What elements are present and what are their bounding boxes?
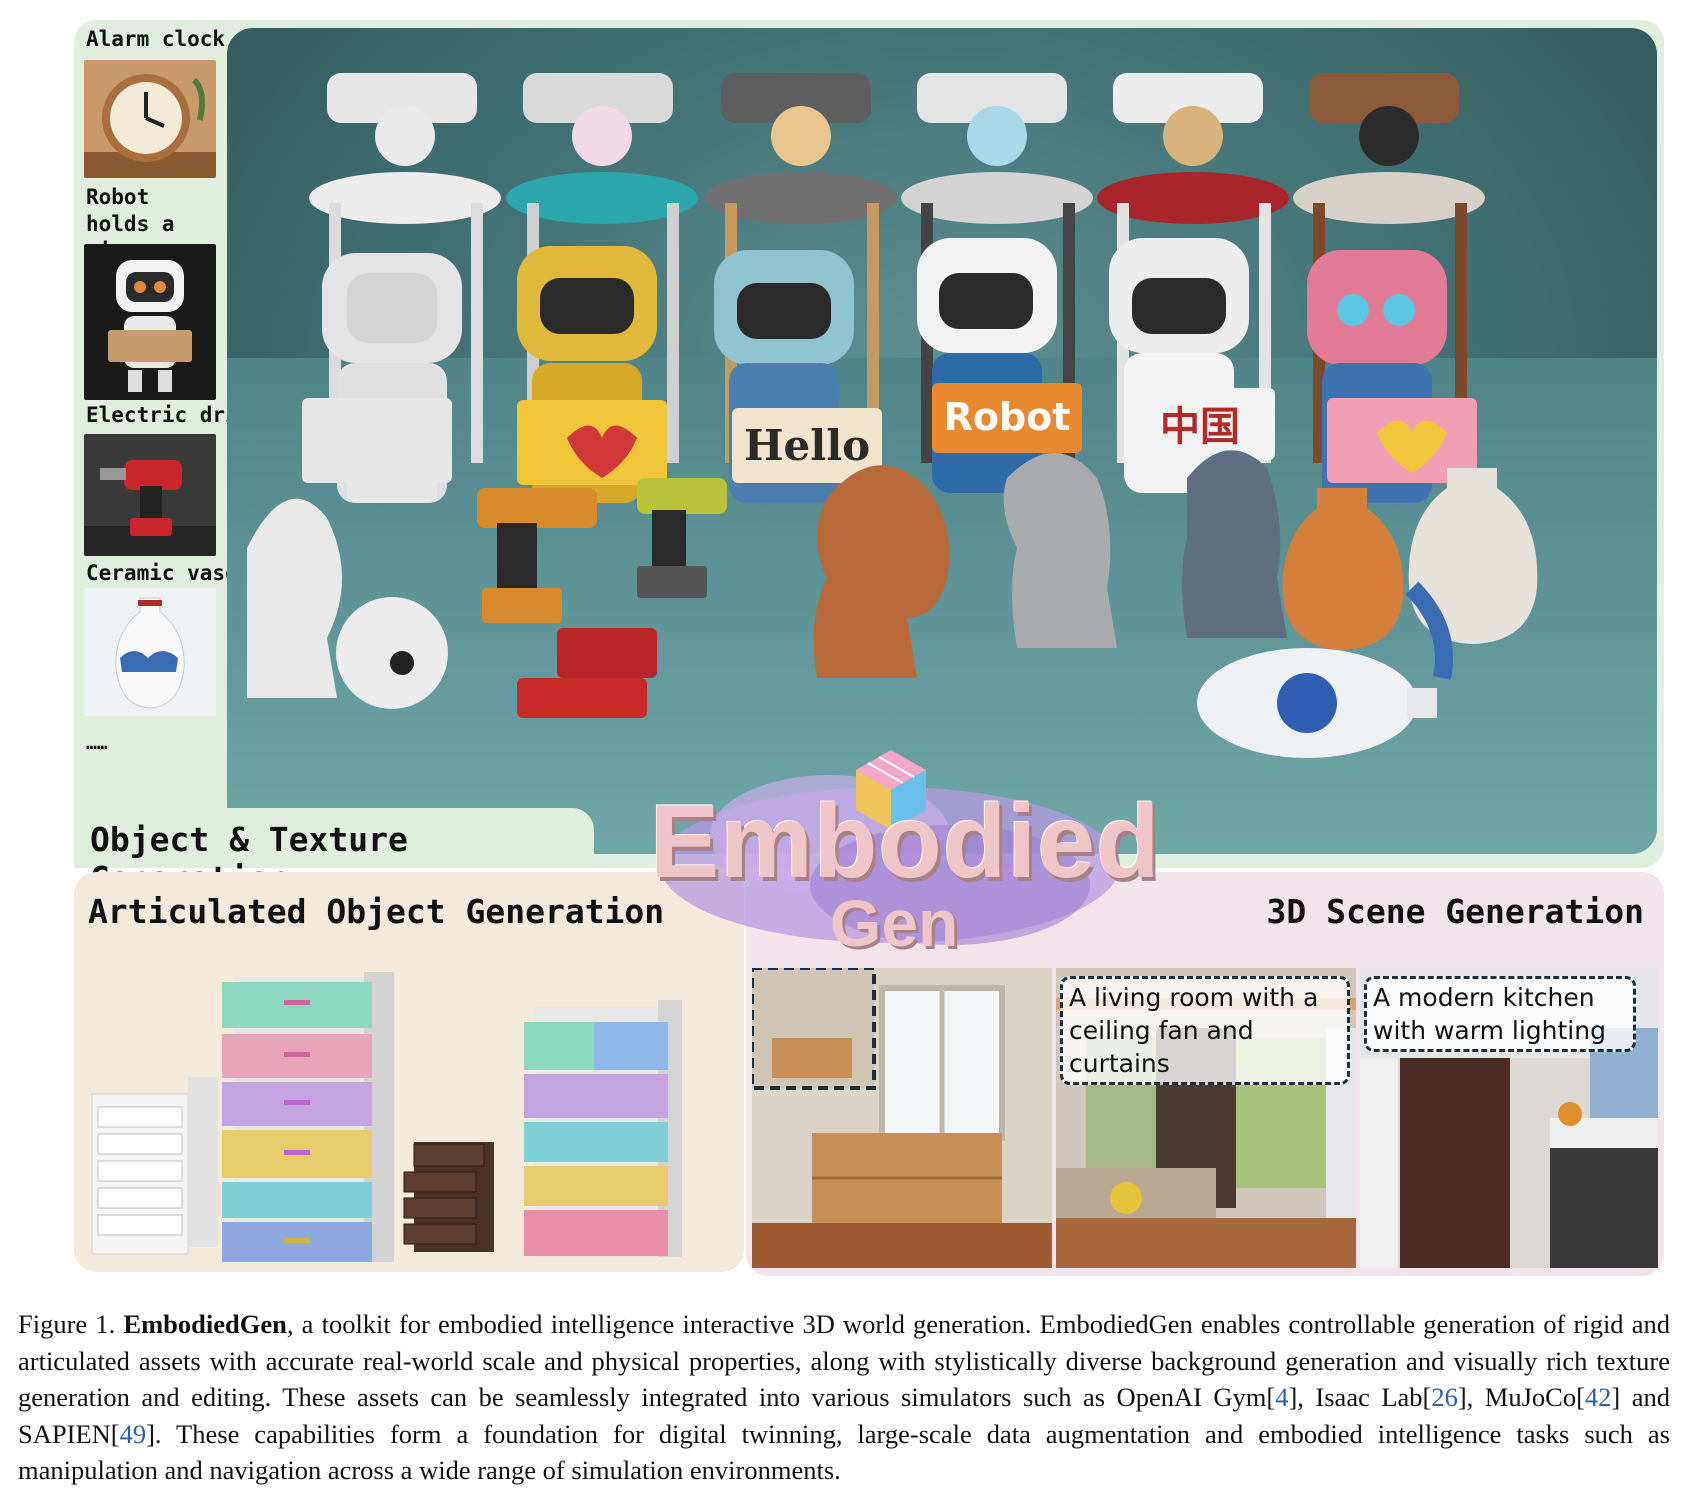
citation-link[interactable]: 42 <box>1585 1382 1612 1412</box>
prompt-label-ceramic-vase: Ceramic vase <box>86 561 238 585</box>
prompt-label-alarm-clock: Alarm clock <box>86 27 226 51</box>
electric-drill-thumbnail <box>84 434 216 556</box>
scene-image-bedroom <box>752 968 1052 1268</box>
caption-label: Figure 1. <box>18 1309 116 1339</box>
citation-link[interactable]: 26 <box>1431 1382 1458 1412</box>
white-drawer-cabinet <box>91 1077 218 1255</box>
caption-text: ], MuJoCo[ <box>1457 1382 1585 1412</box>
logo-subword: Gen <box>830 886 959 960</box>
caption-text: ]. These capabilities form a foundation … <box>18 1418 1670 1486</box>
ceramic-vase-thumbnail <box>84 588 216 716</box>
section-title-scene: 3D Scene Generation <box>1266 892 1645 931</box>
caption-name: EmbodiedGen <box>123 1309 287 1339</box>
caption-text: ], Isaac Lab[ <box>1288 1382 1432 1412</box>
alarm-clock-thumbnail <box>84 60 216 178</box>
dark-wood-dresser <box>403 1142 494 1252</box>
object-texture-title-box: Object & Texture Generation <box>74 808 594 898</box>
colored-drawer-chest <box>222 972 394 1262</box>
generated-assets-render: Hello Robot 中国 <box>227 28 1657 854</box>
scene-image-living-room: A living room with a ceiling fan and cur… <box>1056 968 1356 1268</box>
citation-link[interactable]: 49 <box>120 1419 147 1449</box>
china-sign-text: 中国 <box>1160 404 1240 450</box>
figure-caption: Figure 1. EmbodiedGen, a toolkit for emb… <box>18 1306 1670 1489</box>
colored-drawer-chest-2 <box>524 1000 682 1257</box>
hello-sign-text: Hello <box>744 421 870 470</box>
prompt-ellipsis: …… <box>86 733 108 754</box>
scene-image-kitchen: A modern kitchen with warm lighting <box>1360 968 1658 1268</box>
scene-prompt-kitchen: A modern kitchen with warm lighting <box>1364 976 1636 1052</box>
citation-link[interactable]: 4 <box>1275 1382 1288 1412</box>
robot-sign-text: Robot <box>944 395 1071 439</box>
embodiedgen-logo: Embodied Gen <box>630 735 1160 965</box>
scene-prompt-living-room: A living room with a ceiling fan and cur… <box>1060 976 1350 1085</box>
robot-sign-thumbnail <box>84 244 216 400</box>
